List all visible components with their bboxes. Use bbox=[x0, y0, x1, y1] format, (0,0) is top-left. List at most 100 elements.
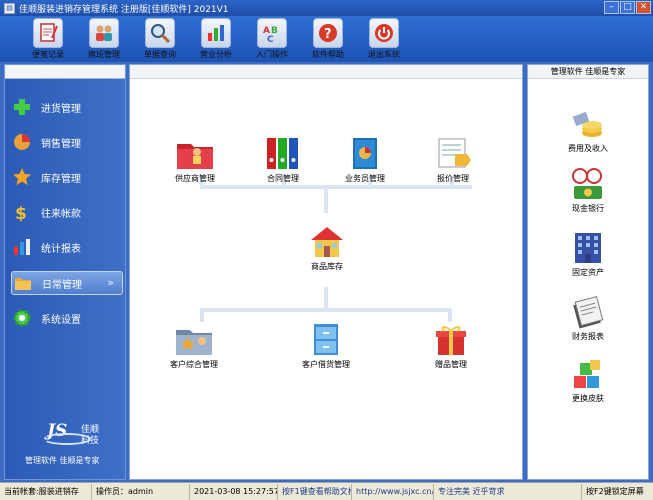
sidebar-item-label: 系统设置 bbox=[41, 314, 81, 326]
sidebar-item-label: 进货管理 bbox=[41, 103, 81, 115]
customer-folder-icon bbox=[173, 321, 215, 359]
panel-header bbox=[130, 65, 522, 79]
toolbar-analysis-button[interactable]: 营业分析 bbox=[188, 16, 244, 60]
finance-panel-header: 管理软件 佳顺是专家 bbox=[528, 65, 648, 79]
toolbar-label: 软件帮助 bbox=[312, 50, 344, 59]
toolbar-label: 营业分析 bbox=[200, 50, 232, 59]
magnifier-icon bbox=[145, 18, 175, 48]
connector-line bbox=[200, 308, 204, 322]
node-gift[interactable]: 赠品管理 bbox=[430, 321, 472, 370]
connector-line bbox=[448, 308, 452, 322]
connector-line bbox=[200, 185, 472, 189]
notepad-icon bbox=[33, 18, 63, 48]
finance-item-change-skin[interactable]: 更换皮肤 bbox=[528, 355, 648, 404]
minimize-button[interactable]: – bbox=[604, 1, 619, 14]
sidebar-header bbox=[5, 65, 125, 79]
finance-item-label: 更换皮肤 bbox=[572, 394, 604, 403]
toolbar-query-button[interactable]: 单据查询 bbox=[132, 16, 188, 60]
price-tag-icon bbox=[432, 135, 474, 173]
cubes-icon bbox=[568, 355, 608, 393]
building-icon bbox=[568, 229, 608, 267]
node-contract[interactable]: 合同管理 bbox=[262, 135, 304, 184]
status-bar: 当前帐套:服装进销存 操作员：admin 2021-03-08 15:27:57… bbox=[0, 482, 653, 500]
company-logo: JS 佳顺 科技 bbox=[33, 421, 113, 451]
node-supplier[interactable]: 供应商管理 bbox=[174, 135, 216, 184]
toolbar-help-button[interactable]: ? 软件帮助 bbox=[300, 16, 356, 60]
node-label: 客户借货管理 bbox=[302, 360, 350, 369]
toolbar-label: 入门操作 bbox=[256, 50, 288, 59]
title-bar: ▤ 佳顺服装进销存管理系统 注册版[佳顺软件] 2021V1 – □ ✕ bbox=[0, 0, 653, 16]
abc-blocks-icon: ABC bbox=[257, 18, 287, 48]
coins-icon bbox=[568, 105, 608, 143]
sidebar-item-sales[interactable]: 销售管理 bbox=[11, 130, 123, 154]
node-label: 报价管理 bbox=[437, 174, 469, 183]
plus-icon bbox=[11, 96, 33, 118]
toolbar-label: 单据查询 bbox=[144, 50, 176, 59]
status-motto: 专注完美 近乎苛求 bbox=[434, 484, 582, 500]
status-datetime: 2021-03-08 15:27:57 bbox=[190, 484, 278, 500]
status-help-hint: 按F1键查看帮助文档 bbox=[278, 484, 352, 500]
connector-line bbox=[200, 308, 452, 312]
svg-text:?: ? bbox=[324, 27, 332, 42]
supplier-folder-icon bbox=[174, 135, 216, 173]
node-label: 商品库存 bbox=[311, 262, 343, 271]
toolbar-label: 退出系统 bbox=[368, 50, 400, 59]
gift-icon bbox=[430, 321, 472, 359]
finance-item-expense-income[interactable]: 费用及收入 bbox=[528, 105, 648, 154]
finance-panel: 管理软件 佳顺是专家 费用及收入 现金银行 固定资产 财务报表 更换皮肤 bbox=[527, 64, 649, 480]
toolbar-shift-button[interactable]: 换班管理 bbox=[76, 16, 132, 60]
sidebar-item-settings[interactable]: 系统设置 bbox=[11, 306, 123, 330]
finance-item-financial-report[interactable]: 财务报表 bbox=[528, 293, 648, 342]
toolbar-label: 换班管理 bbox=[88, 50, 120, 59]
connector-line bbox=[324, 189, 328, 213]
sidebar-item-label: 销售管理 bbox=[41, 138, 81, 150]
sidebar-item-label: 往来帐款 bbox=[41, 208, 81, 220]
node-salesperson[interactable]: 业务员管理 bbox=[344, 135, 386, 184]
toolbar: 便笺记录 换班管理 单据查询 营业分析 ABC 入门操作 ? 软件帮助 退出系统 bbox=[0, 16, 653, 62]
maximize-button[interactable]: □ bbox=[620, 1, 635, 14]
close-button[interactable]: ✕ bbox=[636, 1, 651, 14]
folder-icon bbox=[12, 272, 34, 294]
power-icon bbox=[369, 18, 399, 48]
toolbar-exit-button[interactable]: 退出系统 bbox=[356, 16, 412, 60]
node-customer[interactable]: 客户综合管理 bbox=[170, 321, 218, 370]
sidebar-item-reports[interactable]: 统计报表 bbox=[11, 235, 123, 259]
users-icon bbox=[89, 18, 119, 48]
finance-item-cash-bank[interactable]: 现金银行 bbox=[528, 165, 648, 214]
bar-chart-icon bbox=[201, 18, 231, 48]
node-customer-loan[interactable]: 客户借货管理 bbox=[302, 321, 350, 370]
svg-text:$: $ bbox=[15, 204, 27, 222]
pie-chart-icon bbox=[11, 131, 33, 153]
status-account: 当前帐套:服装进销存 bbox=[0, 484, 92, 500]
node-stock-hub[interactable]: 商品库存 bbox=[306, 223, 348, 272]
sidebar-item-inventory[interactable]: 库存管理 bbox=[11, 165, 123, 189]
cash-icon bbox=[568, 165, 608, 203]
finance-item-label: 现金银行 bbox=[572, 204, 604, 213]
node-quotation[interactable]: 报价管理 bbox=[432, 135, 474, 184]
node-label: 供应商管理 bbox=[175, 174, 215, 183]
sidebar-item-daily[interactable]: 日常管理 » bbox=[11, 271, 123, 295]
app-icon[interactable]: ▤ bbox=[4, 2, 15, 14]
node-label: 赠品管理 bbox=[435, 360, 467, 369]
node-label: 合同管理 bbox=[267, 174, 299, 183]
node-label: 客户综合管理 bbox=[170, 360, 218, 369]
sidebar-item-accounts[interactable]: $ 往来帐款 bbox=[11, 200, 123, 224]
toolbar-label: 便笺记录 bbox=[32, 50, 64, 59]
sidebar-item-purchase[interactable]: 进货管理 bbox=[11, 95, 123, 119]
finance-item-fixed-assets[interactable]: 固定资产 bbox=[528, 229, 648, 278]
star-icon bbox=[11, 166, 33, 188]
sidebar: 进货管理 销售管理 库存管理 $ 往来帐款 统计报表 日常管理 » 系统设置 J… bbox=[4, 64, 126, 480]
brand-line1: 佳顺 bbox=[81, 425, 100, 435]
window-title: 佳顺服装进销存管理系统 注册版[佳顺软件] 2021V1 bbox=[19, 4, 229, 15]
bar-chart-icon bbox=[11, 236, 33, 258]
sidebar-item-label: 统计报表 bbox=[41, 243, 81, 255]
sidebar-item-label: 日常管理 bbox=[42, 279, 82, 291]
finance-item-label: 费用及收入 bbox=[568, 144, 608, 153]
status-website-link[interactable]: http://www.jsjxc.cn/ bbox=[352, 484, 434, 500]
toolbar-tutorial-button[interactable]: ABC 入门操作 bbox=[244, 16, 300, 60]
binders-icon bbox=[262, 135, 304, 173]
svg-text:C: C bbox=[267, 35, 274, 44]
chevron-right-icon: » bbox=[107, 276, 114, 289]
sidebar-item-label: 库存管理 bbox=[41, 173, 81, 185]
toolbar-notes-button[interactable]: 便笺记录 bbox=[20, 16, 76, 60]
